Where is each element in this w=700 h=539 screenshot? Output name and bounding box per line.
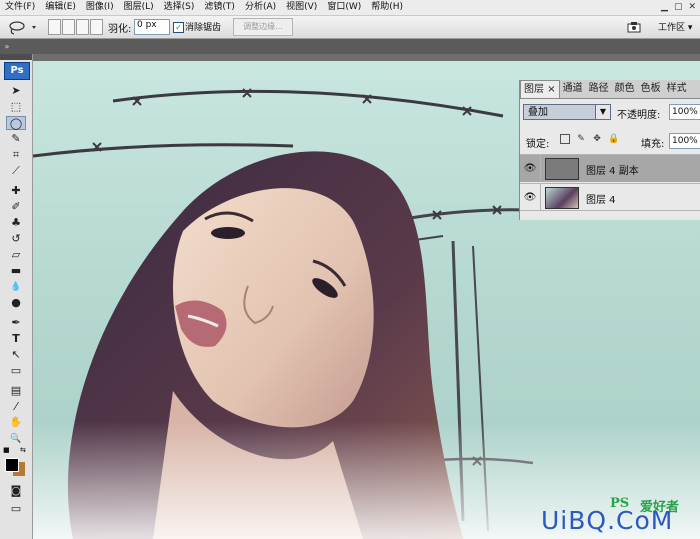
eraser-tool-icon[interactable]: ▱ — [6, 248, 26, 262]
menu-file[interactable]: 文件(F) — [0, 0, 40, 15]
menu-view[interactable]: 视图(V) — [281, 0, 322, 15]
pen-tool-icon[interactable]: ✒ — [6, 316, 26, 330]
chevron-down-icon: ▼ — [595, 105, 610, 119]
layers-panel: 图层 × 通道 路径 颜色 色板 样式 叠加 ▼ 不透明度: 100% 锁定: … — [519, 80, 700, 220]
collapse-panel-icon[interactable]: » — [0, 39, 14, 54]
feather-label: 羽化: — [108, 24, 132, 35]
watermark-site: UiBQ.CoM — [541, 506, 674, 535]
toolbox: Ps ➤ ⬚ ◯ ✎ ⌗ ⟋ ✚ ✐ ♣ ↺ ▱ ▬ 💧 ● ✒ T ↖ ▭ ▤… — [0, 54, 33, 539]
opacity-input[interactable]: 100% — [669, 104, 700, 120]
lasso-icon — [9, 21, 36, 35]
menu-bar: 文件(F) 编辑(E) 图像(I) 图层(L) 选择(S) 滤镜(T) 分析(A… — [0, 0, 700, 16]
feather-input[interactable]: 0 px — [134, 19, 170, 35]
intersect-selection-icon[interactable] — [90, 19, 103, 35]
quick-select-tool-icon[interactable]: ✎ — [6, 132, 26, 146]
swap-colors-icon[interactable]: ⇆ — [20, 446, 26, 454]
layer-row[interactable]: 👁 图层 4 — [520, 183, 700, 211]
menu-layer[interactable]: 图层(L) — [119, 0, 159, 15]
dodge-tool-icon[interactable]: ● — [6, 296, 26, 310]
layer-name: 图层 4 副本 — [586, 166, 639, 177]
layer-thumbnail — [545, 187, 579, 209]
workspace-glyph — [627, 22, 641, 33]
workspace-switcher[interactable]: 工作区 ▾ — [658, 20, 692, 33]
blend-mode-select[interactable]: 叠加 ▼ — [523, 104, 611, 120]
add-selection-icon[interactable] — [62, 19, 75, 35]
menu-edit[interactable]: 编辑(E) — [40, 0, 81, 15]
tool-preset-picker[interactable] — [6, 19, 40, 35]
marquee-tool-icon[interactable]: ⬚ — [6, 100, 26, 114]
menu-window[interactable]: 窗口(W) — [322, 0, 366, 15]
brush-tool-icon[interactable]: ✐ — [6, 200, 26, 214]
lock-pixels-icon[interactable]: ✎ — [576, 134, 586, 144]
workspace-icon[interactable] — [625, 19, 645, 35]
new-selection-icon[interactable] — [48, 19, 61, 35]
fill-input[interactable]: 100% — [669, 133, 700, 149]
healing-tool-icon[interactable]: ✚ — [6, 184, 26, 198]
default-colors-icon[interactable]: ■ — [3, 446, 10, 454]
antialias-label: 消除锯齿 — [185, 23, 222, 33]
eye-icon[interactable]: 👁 — [520, 155, 541, 182]
blend-mode-value: 叠加 — [528, 107, 548, 118]
zoom-tool-icon[interactable]: 🔍 — [6, 432, 26, 446]
tab-channels[interactable]: 通道 — [560, 80, 586, 98]
menu-filter[interactable]: 滤镜(T) — [199, 0, 240, 15]
hand-tool-icon[interactable]: ✋ — [6, 416, 26, 430]
minimize-icon[interactable]: ▁ — [661, 1, 668, 13]
foreground-color-swatch[interactable] — [5, 458, 19, 472]
lasso-tool-icon[interactable]: ◯ — [6, 116, 26, 130]
app-frame-strip — [0, 39, 700, 54]
notes-tool-icon[interactable]: ▤ — [6, 384, 26, 398]
antialias-checkbox[interactable]: ✓ — [173, 22, 184, 33]
menu-image[interactable]: 图像(I) — [81, 0, 119, 15]
maximize-icon[interactable]: ▢ — [674, 1, 683, 13]
blur-tool-icon[interactable]: 💧 — [6, 280, 26, 294]
menu-analysis[interactable]: 分析(A) — [240, 0, 281, 15]
crop-tool-icon[interactable]: ⌗ — [6, 148, 26, 162]
screen-mode-icon[interactable]: ▭ — [6, 502, 26, 516]
close-icon[interactable]: ✕ — [688, 1, 696, 13]
shape-tool-icon[interactable]: ▭ — [6, 364, 26, 378]
lock-position-icon[interactable]: ✥ — [592, 134, 602, 144]
eyedropper-tool-icon[interactable]: ⟋ — [6, 164, 26, 178]
lock-label: 锁定: — [526, 139, 550, 150]
opacity-label: 不透明度: — [617, 110, 661, 121]
layer-name: 图层 4 — [586, 195, 616, 206]
gradient-tool-icon[interactable]: ▬ — [6, 264, 26, 278]
panel-tabs: 图层 × 通道 路径 颜色 色板 样式 — [520, 80, 700, 99]
tab-layers[interactable]: 图层 × — [520, 80, 560, 98]
options-bar: 羽化: 0 px ✓ 消除锯齿 调整边缘... 工作区 ▾ — [0, 16, 700, 39]
tab-color[interactable]: 颜色 — [612, 80, 638, 98]
tab-paths[interactable]: 路径 — [586, 80, 612, 98]
tab-layers-label: 图层 — [524, 84, 544, 95]
close-tab-icon[interactable]: × — [547, 84, 555, 95]
type-tool-icon[interactable]: T — [6, 332, 26, 346]
history-brush-tool-icon[interactable]: ↺ — [6, 232, 26, 246]
toolbox-grip[interactable] — [0, 54, 32, 60]
lock-all-icon[interactable]: 🔒 — [608, 134, 619, 144]
lock-transparency-icon[interactable] — [560, 134, 570, 144]
path-select-tool-icon[interactable]: ↖ — [6, 348, 26, 362]
refine-edge-button[interactable]: 调整边缘... — [233, 18, 293, 36]
fill-label: 填充: — [641, 139, 665, 150]
tab-swatches[interactable]: 色板 — [638, 80, 664, 98]
eyedropper2-tool-icon[interactable]: ⁄ — [6, 400, 26, 414]
subtract-selection-icon[interactable] — [76, 19, 89, 35]
menu-help[interactable]: 帮助(H) — [366, 0, 408, 15]
window-controls: ▁ ▢ ✕ — [661, 1, 696, 13]
ps-logo: Ps — [4, 62, 30, 80]
quick-mask-icon[interactable]: ◙ — [6, 484, 26, 498]
layer-thumbnail — [545, 158, 579, 180]
stamp-tool-icon[interactable]: ♣ — [6, 216, 26, 230]
menu-select[interactable]: 选择(S) — [159, 0, 200, 15]
move-tool-icon[interactable]: ➤ — [6, 84, 26, 98]
layer-row[interactable]: 👁 图层 4 副本 — [520, 154, 700, 182]
eye-icon[interactable]: 👁 — [520, 184, 541, 211]
tab-styles[interactable]: 样式 — [664, 80, 690, 98]
